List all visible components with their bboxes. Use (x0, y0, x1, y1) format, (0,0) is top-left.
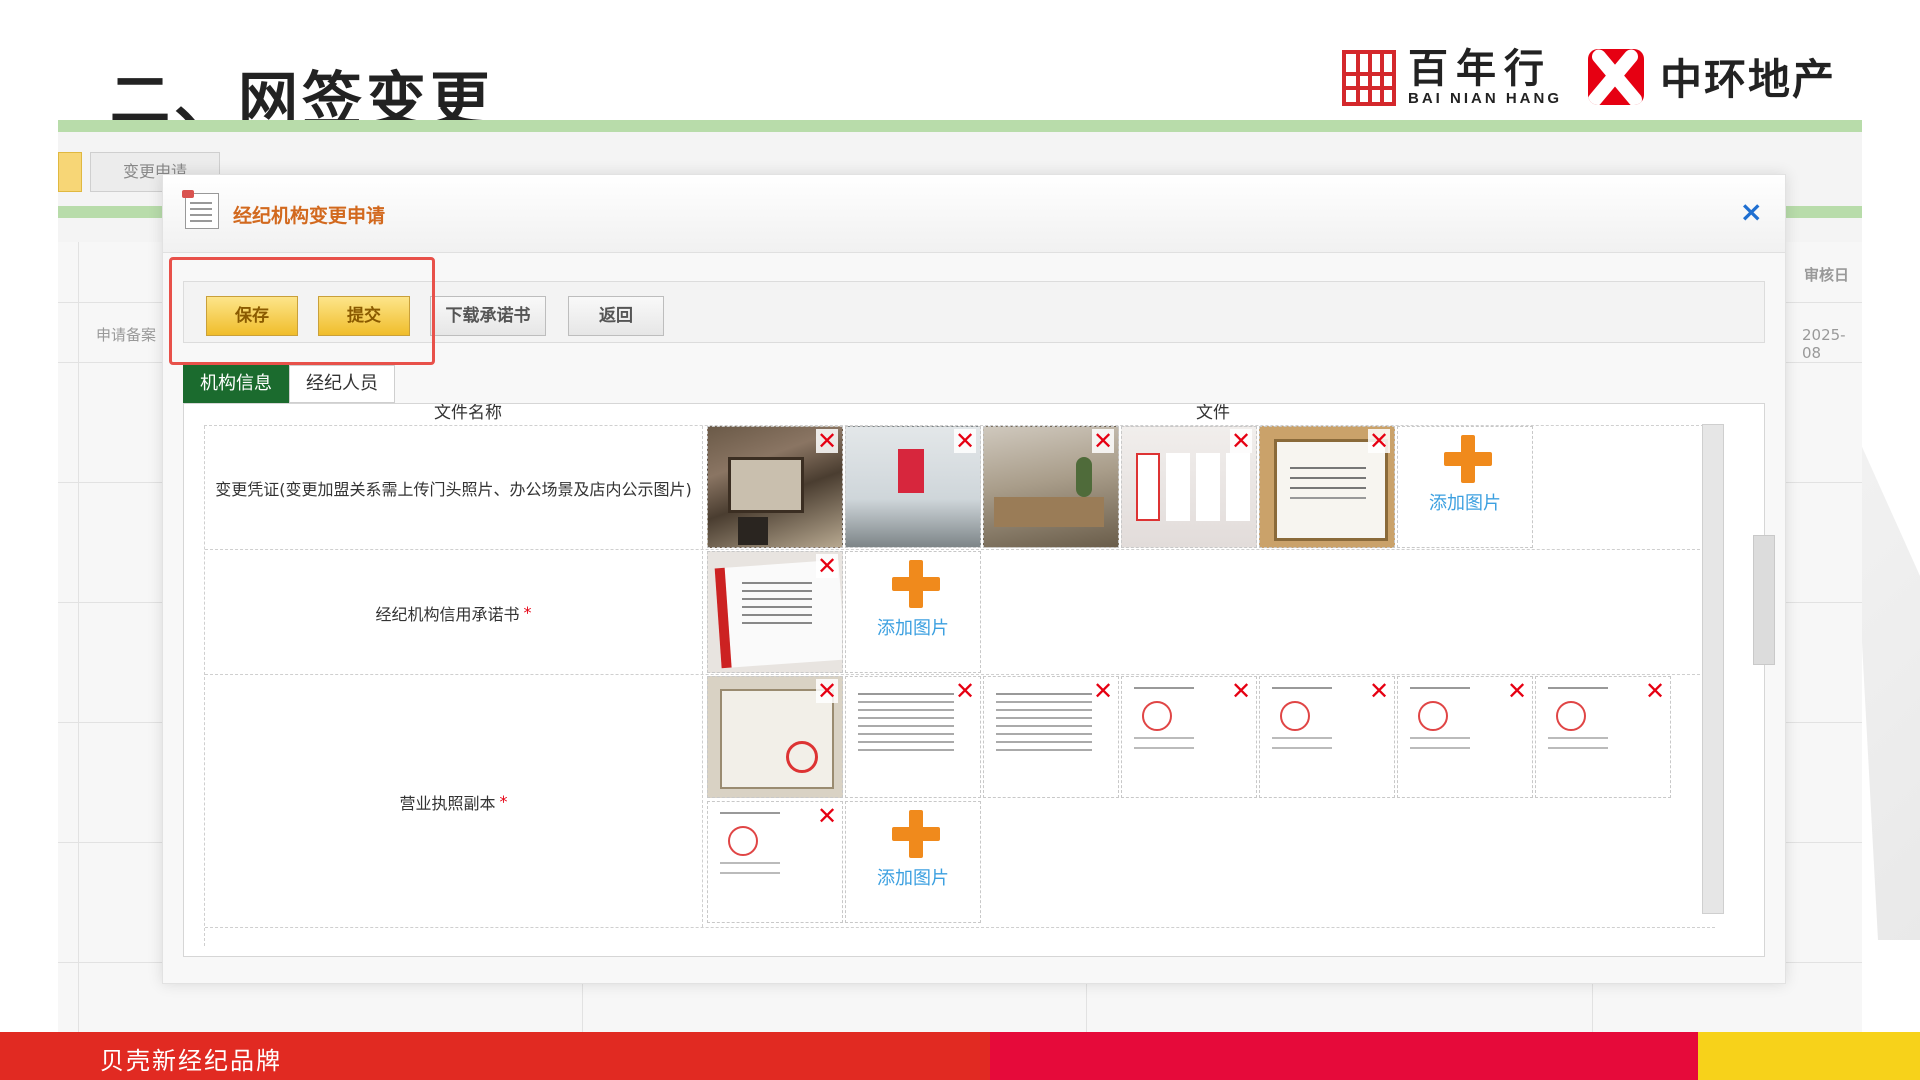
title-underline (58, 120, 1862, 132)
photo-thumbnail[interactable]: ✕ (707, 426, 843, 548)
download-commitment-button[interactable]: 下载承诺书 (430, 296, 546, 336)
tab-agency-info[interactable]: 机构信息 (183, 365, 289, 403)
zhonghuan-logo-icon (1588, 48, 1644, 105)
background-row-text: 申请备案 (96, 326, 157, 344)
grid-line (78, 242, 79, 1032)
remove-icon[interactable]: ✕ (1092, 679, 1114, 703)
remove-icon[interactable]: ✕ (1506, 679, 1528, 703)
column-header-file: 文件 (1196, 403, 1230, 423)
table-row: 营业执照副本 * ✕ ✕ ✕ ✕ ✕ ✕ ✕ ✕ 添加图片 (205, 676, 1715, 928)
table-row: 经纪机构信用承诺书 * ✕ 添加图片 (205, 551, 1715, 675)
background-col-date: 2025-08 (1802, 326, 1846, 362)
row-label-text: 变更凭证(变更加盟关系需上传门头照片、办公场景及店内公示图片) (215, 479, 692, 499)
photo-thumbnail[interactable]: ✕ (983, 426, 1119, 548)
add-image-button[interactable]: 添加图片 (1397, 426, 1533, 548)
footer-bar-yellow (1698, 1032, 1920, 1080)
plus-icon (892, 560, 940, 608)
bainianhang-name-en: BAI NIAN HANG (1408, 90, 1562, 107)
remove-icon[interactable]: ✕ (1230, 429, 1252, 453)
remove-icon[interactable]: ✕ (816, 429, 838, 453)
photo-thumbnail[interactable]: ✕ (1259, 426, 1395, 548)
photo-thumbnail[interactable]: ✕ (845, 676, 981, 798)
zhonghuan-logo: 中环地产 (1588, 46, 1836, 107)
photo-thumbnail[interactable]: ✕ (1397, 676, 1533, 798)
footer-brand-text: 贝壳新经纪品牌 (100, 1047, 282, 1075)
remove-icon[interactable]: ✕ (1092, 429, 1114, 453)
photo-thumbnail[interactable]: ✕ (983, 676, 1119, 798)
annotation-highlight-box (169, 257, 435, 365)
required-marker: * (499, 792, 508, 811)
add-image-label: 添加图片 (877, 868, 949, 889)
remove-icon[interactable]: ✕ (1368, 429, 1390, 453)
photo-thumbnail[interactable]: ✕ (1535, 676, 1671, 798)
table-scrollbar[interactable] (1702, 424, 1724, 914)
back-button[interactable]: 返回 (568, 296, 664, 336)
tab-agents[interactable]: 经纪人员 (289, 365, 395, 403)
slide: 二、网签变更 百年行 BAI NIAN HANG 中环地产 变更申请 申请备案 … (0, 0, 1920, 1080)
add-image-button[interactable]: 添加图片 (845, 801, 981, 923)
photo-thumbnail[interactable]: ✕ (1121, 426, 1257, 548)
photo-thumbnail[interactable]: ✕ (1259, 676, 1395, 798)
document-icon (182, 190, 219, 229)
add-image-label: 添加图片 (877, 618, 949, 639)
row-label-credit-commitment: 经纪机构信用承诺书 * (205, 551, 703, 674)
remove-icon[interactable]: ✕ (1230, 679, 1252, 703)
column-header-file-name: 文件名称 (434, 403, 502, 423)
remove-icon[interactable]: ✕ (954, 429, 976, 453)
photo-thumbnail[interactable]: ✕ (845, 426, 981, 548)
remove-icon[interactable]: ✕ (816, 804, 838, 828)
bainianhang-logo-icon (1342, 49, 1396, 106)
remove-icon[interactable]: ✕ (1368, 679, 1390, 703)
photo-thumbnail[interactable]: ✕ (707, 551, 843, 673)
close-icon[interactable]: × (1740, 195, 1763, 228)
add-image-label: 添加图片 (1429, 493, 1501, 514)
required-marker: * (523, 603, 532, 622)
attachments-table: 变更凭证(变更加盟关系需上传门头照片、办公场景及店内公示图片) ✕ ✕ ✕ ✕ … (204, 426, 1715, 946)
row-label-text: 经纪机构信用承诺书 (375, 604, 520, 624)
photo-thumbnail[interactable]: ✕ (1121, 676, 1257, 798)
background-tab-yellow (58, 152, 82, 192)
row-label-business-license: 营业执照副本 * (205, 676, 703, 927)
plus-icon (892, 810, 940, 858)
photo-thumbnail[interactable]: ✕ (707, 801, 843, 923)
row-label-text: 营业执照副本 (399, 793, 496, 813)
remove-icon[interactable]: ✕ (816, 554, 838, 578)
dialog-header: 经纪机构变更申请 × (163, 175, 1785, 253)
remove-icon[interactable]: ✕ (816, 679, 838, 703)
footer-bar-crimson (990, 1032, 1698, 1080)
table-header: 文件名称 文件 (204, 404, 1714, 426)
photo-thumbnail[interactable]: ✕ (707, 676, 843, 798)
row-label-change-proof: 变更凭证(变更加盟关系需上传门头照片、办公场景及店内公示图片) (205, 426, 703, 549)
zhonghuan-name: 中环地产 (1660, 55, 1837, 104)
table-row: 变更凭证(变更加盟关系需上传门头照片、办公场景及店内公示图片) ✕ ✕ ✕ ✕ … (205, 426, 1715, 550)
dialog-content: 文件名称 文件 变更凭证(变更加盟关系需上传门头照片、办公场景及店内公示图片) … (183, 403, 1765, 957)
remove-icon[interactable]: ✕ (1644, 679, 1666, 703)
plus-icon (1444, 435, 1492, 483)
background-col-header: 审核日 (1804, 266, 1850, 284)
dialog-title: 经纪机构变更申请 (233, 205, 386, 227)
dialog-tabs: 机构信息 经纪人员 (183, 365, 395, 403)
add-image-button[interactable]: 添加图片 (845, 551, 981, 673)
bainianhang-logo: 百年行 BAI NIAN HANG (1342, 48, 1562, 107)
dialog-scrollbar[interactable] (1753, 535, 1775, 665)
remove-icon[interactable]: ✕ (954, 679, 976, 703)
agency-change-dialog: 经纪机构变更申请 × 保存 提交 下载承诺书 返回 机构信息 经纪人员 文件名称… (162, 174, 1786, 984)
bainianhang-name: 百年行 (1408, 46, 1552, 92)
screenshot-area: 变更申请 申请备案 审核日 2025-08 经纪机构变更申请 × 保存 提交 下… (58, 132, 1862, 1032)
